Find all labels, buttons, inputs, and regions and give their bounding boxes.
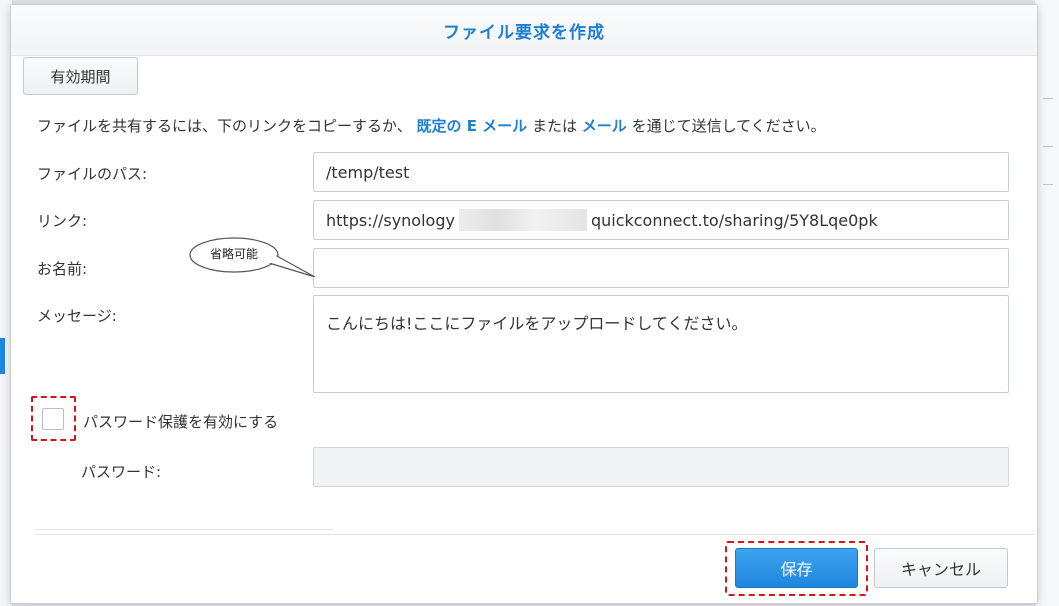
dialog-title: ファイル要求を作成 [11, 5, 1037, 56]
background-marker [1043, 184, 1053, 185]
background-marker [1043, 146, 1053, 147]
footer-divider [35, 534, 1035, 535]
message-label: メッセージ: [37, 307, 117, 325]
background-selected-indicator [0, 338, 5, 374]
password-protect-checkbox[interactable] [42, 408, 64, 430]
link-field[interactable]: https://synology quickconnect.to/sharing… [313, 200, 1009, 240]
link-label: リンク: [37, 212, 88, 230]
description-text: ファイルを共有するには、下のリンクをコピーするか、 [37, 117, 412, 135]
share-description: ファイルを共有するには、下のリンクをコピーするか、 既定の E メール または … [37, 115, 826, 136]
description-text: を通じて送信してください。 [631, 117, 826, 135]
tab-validity-period[interactable]: 有効期間 [23, 57, 138, 95]
password-input[interactable] [313, 447, 1009, 487]
file-path-label: ファイルのパス: [37, 165, 148, 183]
message-value: こんにちは!ここにファイルをアップロードしてください。 [326, 314, 748, 333]
name-input[interactable] [313, 248, 1009, 288]
default-email-link[interactable]: 既定の E メール [416, 117, 527, 135]
link-value-suffix: quickconnect.to/sharing/5Y8Lqe0pk [590, 210, 878, 230]
save-button[interactable]: 保存 [735, 548, 858, 588]
description-text: または [531, 117, 577, 135]
cancel-button[interactable]: キャンセル [874, 548, 1008, 588]
link-value-prefix: https://synology [326, 210, 455, 230]
name-label: お名前: [37, 260, 88, 278]
file-request-dialog: ファイル要求を作成 有効期間 ファイルを共有するには、下のリンクをコピーするか、… [10, 4, 1038, 604]
email-link[interactable]: メール [582, 117, 627, 135]
message-textarea[interactable]: こんにちは!ここにファイルをアップロードしてください。 [313, 295, 1009, 393]
redacted-region [458, 209, 587, 231]
password-label: パスワード: [81, 463, 162, 481]
background-marker [1043, 98, 1053, 99]
file-path-value: /temp/test [326, 162, 410, 182]
file-path-field[interactable]: /temp/test [313, 152, 1009, 192]
password-protect-label[interactable]: パスワード保護を有効にする [83, 411, 278, 432]
callout-text: 省略可能 [209, 247, 258, 261]
